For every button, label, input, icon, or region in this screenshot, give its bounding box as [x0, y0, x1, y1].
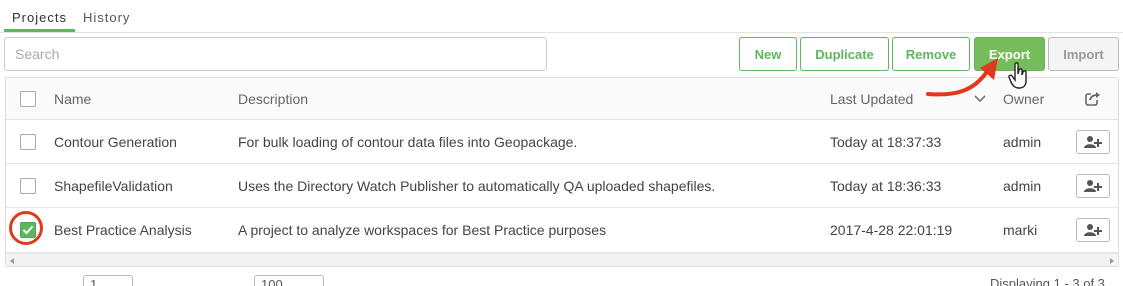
- duplicate-button[interactable]: Duplicate: [800, 37, 889, 71]
- share-project-button[interactable]: [1076, 173, 1110, 198]
- select-all-checkbox[interactable]: [20, 90, 36, 107]
- page-size-select[interactable]: 100: [254, 275, 324, 286]
- table-row[interactable]: ShapefileValidation Uses the Directory W…: [6, 164, 1118, 208]
- share-user-icon: [1084, 179, 1102, 192]
- tab-divider: [0, 32, 1123, 33]
- share-user-icon: [1084, 224, 1102, 236]
- annotation-arrow-icon: [926, 58, 998, 97]
- table-row[interactable]: Best Practice Analysis A project to anal…: [6, 208, 1118, 253]
- row-owner: admin: [1003, 133, 1042, 150]
- tab-history[interactable]: History: [75, 8, 138, 32]
- annotation-circle: [9, 211, 43, 245]
- row-last-updated: 2017-4-28 22:01:19: [830, 222, 953, 238]
- share-project-button[interactable]: [1076, 218, 1110, 242]
- new-button[interactable]: New: [739, 37, 797, 71]
- pagination-bar: 1 100 Displaying 1 - 3 of 3: [0, 270, 1123, 286]
- row-description: A project to analyze workspaces for Best…: [238, 222, 607, 238]
- scroll-right-arrow-icon[interactable]: [1110, 258, 1114, 264]
- hand-cursor-icon: [1008, 62, 1027, 89]
- row-last-updated: Today at 18:36:33: [830, 177, 942, 194]
- share-user-icon: [1084, 135, 1102, 148]
- row-checkbox[interactable]: [20, 177, 36, 194]
- row-description: For bulk loading of contour data files i…: [238, 133, 578, 150]
- row-description: Uses the Directory Watch Publisher to au…: [238, 177, 716, 194]
- page-number-input[interactable]: 1: [83, 275, 133, 286]
- search-input[interactable]: [4, 37, 547, 71]
- tab-projects[interactable]: Projects: [4, 8, 75, 32]
- row-checkbox[interactable]: [20, 133, 36, 150]
- column-header-name[interactable]: Name: [54, 78, 91, 119]
- horizontal-scrollbar[interactable]: [6, 253, 1118, 266]
- row-owner: marki: [1003, 222, 1038, 238]
- row-name: Best Practice Analysis: [54, 222, 192, 238]
- share-project-button[interactable]: [1076, 129, 1110, 154]
- share-export-icon: [1085, 91, 1101, 106]
- column-header-last-updated[interactable]: Last Updated: [830, 78, 913, 119]
- tab-bar: Projects History: [4, 8, 138, 34]
- row-name: ShapefileValidation: [54, 177, 173, 194]
- column-header-description[interactable]: Description: [238, 78, 308, 119]
- table-row[interactable]: Contour Generation For bulk loading of c…: [6, 120, 1118, 164]
- header-export-action[interactable]: [1085, 78, 1101, 119]
- pagination-status: Displaying 1 - 3 of 3: [990, 276, 1105, 286]
- row-name: Contour Generation: [54, 133, 177, 150]
- import-button[interactable]: Import: [1048, 37, 1119, 71]
- row-last-updated: Today at 18:37:33: [830, 133, 942, 150]
- row-owner: admin: [1003, 177, 1042, 194]
- scroll-left-arrow-icon[interactable]: [10, 258, 14, 264]
- select-all-cell: [20, 78, 36, 119]
- projects-table: Name Description Last Updated Owner Cont…: [5, 77, 1119, 267]
